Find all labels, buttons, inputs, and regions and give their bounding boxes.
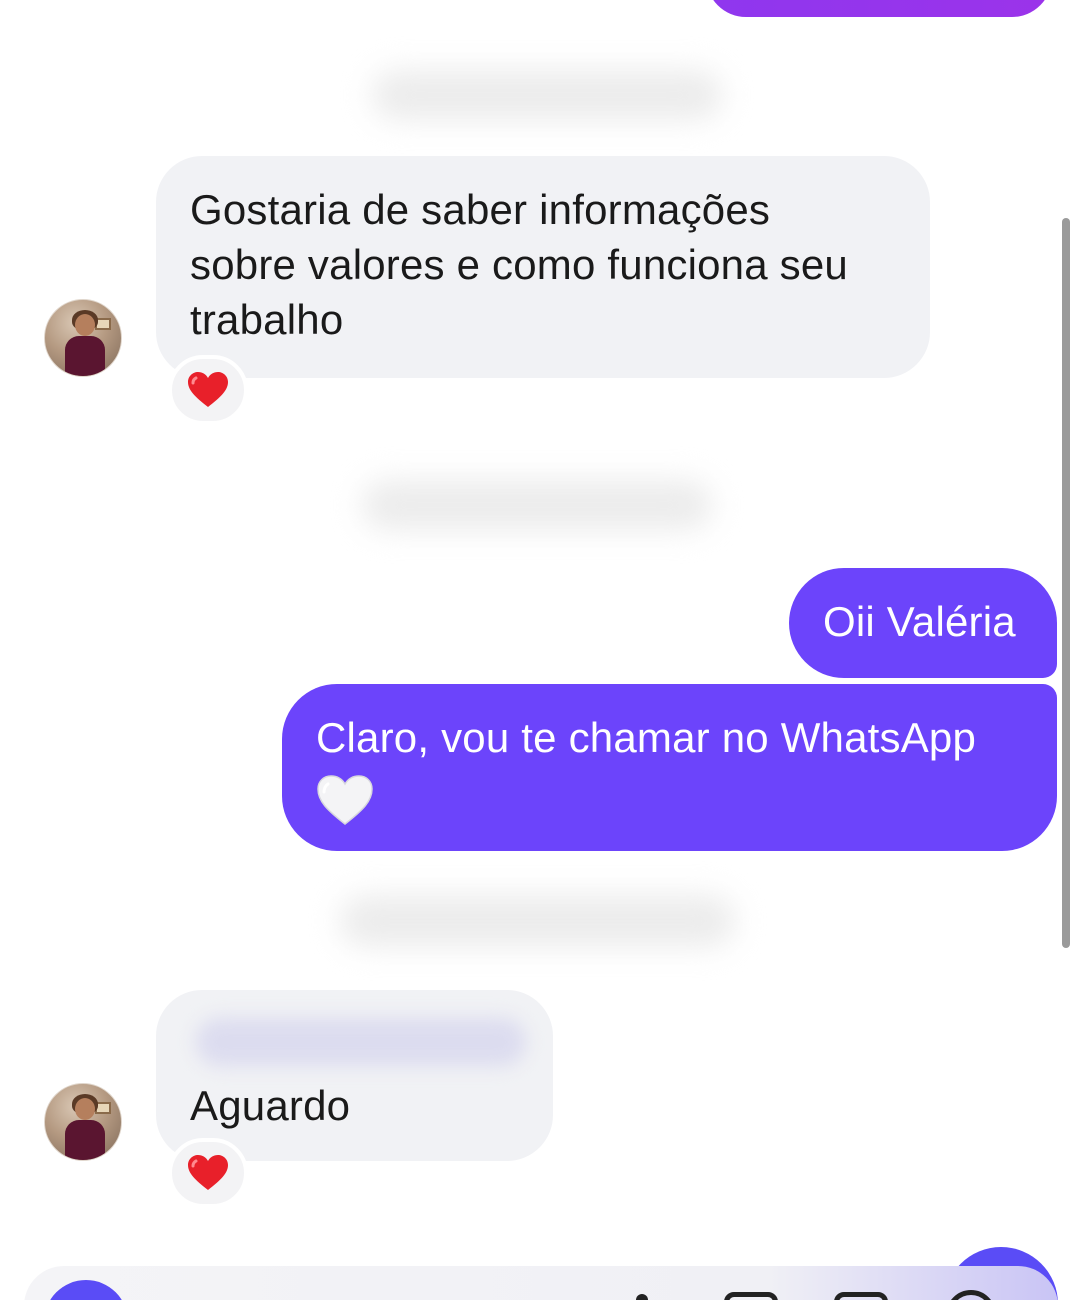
reaction-badge[interactable] xyxy=(168,355,248,425)
message-line: trabalho xyxy=(190,296,344,343)
microphone-icon[interactable] xyxy=(636,1294,648,1300)
outgoing-message-bubble[interactable]: Claro, vou te chamar no WhatsApp xyxy=(282,684,1057,851)
message-line: sobre valores e como funciona seu xyxy=(190,241,848,288)
message-text: Aguardo xyxy=(190,1082,351,1129)
message-composer[interactable] xyxy=(24,1266,1058,1300)
red-heart-icon xyxy=(188,372,228,407)
message-text: Claro, vou te chamar no WhatsApp xyxy=(316,714,977,761)
message-line: Gostaria de saber informações xyxy=(190,186,771,233)
outgoing-message-bubble[interactable]: Oii Valéria xyxy=(789,568,1057,678)
red-heart-icon xyxy=(188,1155,228,1190)
message-text: Oii Valéria xyxy=(823,598,1016,645)
camera-button[interactable] xyxy=(44,1280,128,1300)
timestamp-blurred xyxy=(362,480,712,530)
scrollbar[interactable] xyxy=(1062,218,1070,948)
incoming-message-bubble[interactable]: Gostaria de saber informações sobre valo… xyxy=(156,156,930,378)
incoming-message-bubble[interactable]: Aguardo xyxy=(156,990,553,1161)
add-icon[interactable] xyxy=(946,1290,996,1300)
white-heart-icon xyxy=(317,775,373,825)
timestamp-blurred xyxy=(372,70,722,120)
contact-avatar[interactable] xyxy=(44,299,122,377)
previous-outgoing-bubble[interactable] xyxy=(706,0,1052,17)
sticker-icon[interactable] xyxy=(834,1292,888,1300)
contact-avatar[interactable] xyxy=(44,1083,122,1161)
gallery-icon[interactable] xyxy=(724,1292,778,1300)
reaction-badge[interactable] xyxy=(168,1138,248,1208)
timestamp-blurred xyxy=(340,895,735,947)
reply-preview-blurred xyxy=(196,1018,526,1066)
